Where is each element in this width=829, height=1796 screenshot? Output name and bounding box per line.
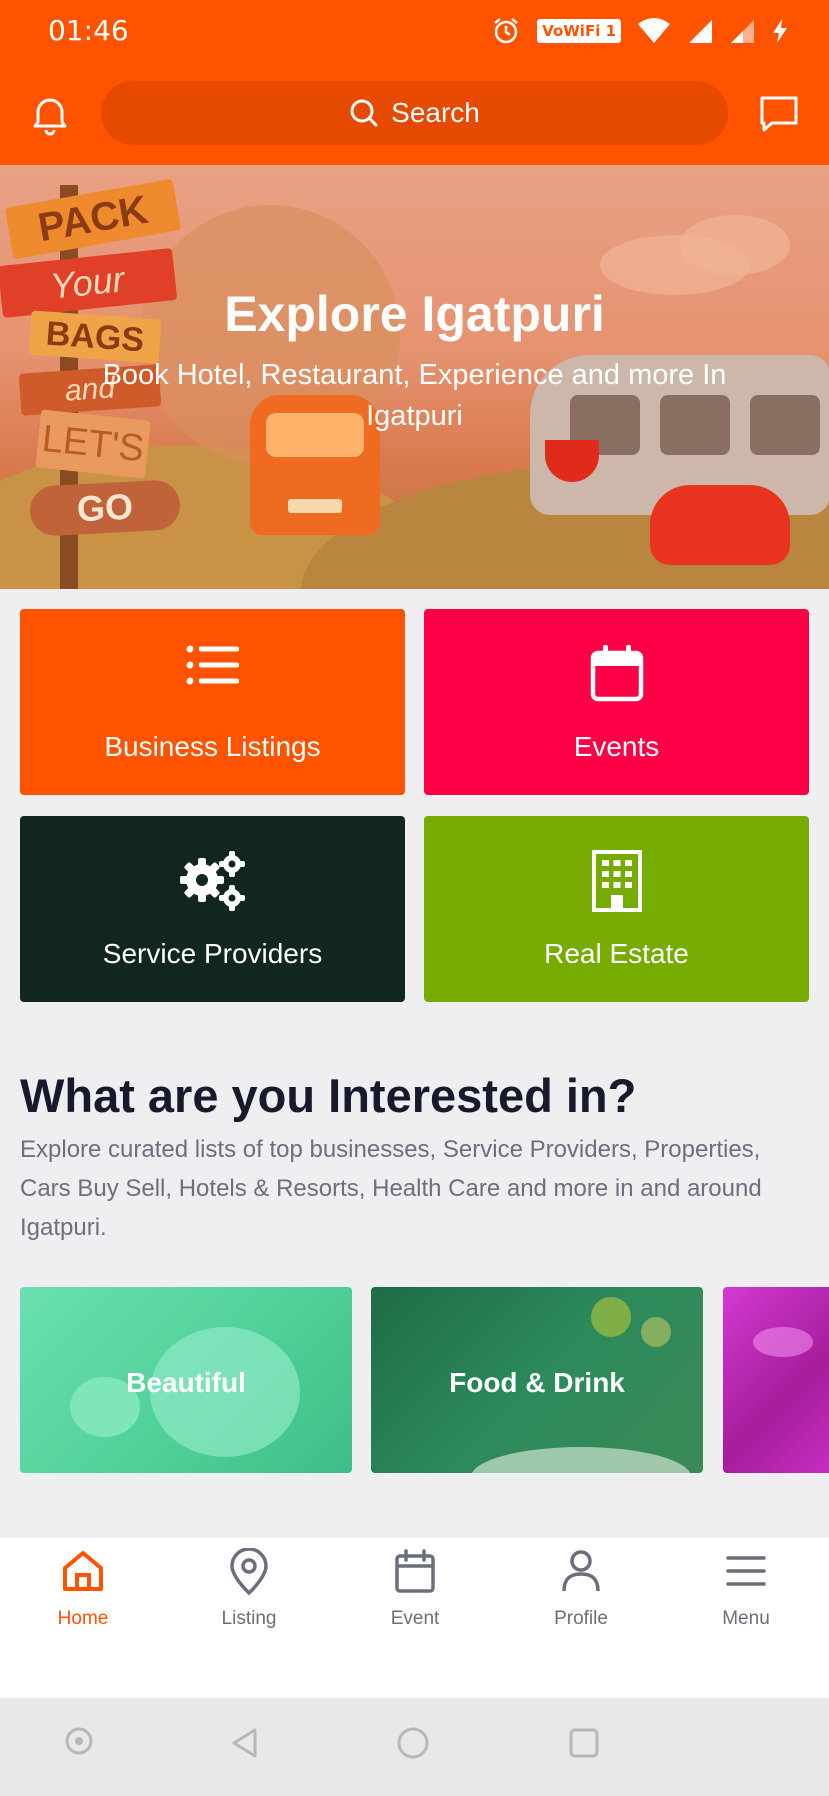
nav-label: Profile — [554, 1608, 608, 1629]
nav-menu[interactable]: Menu — [663, 1538, 829, 1698]
top-bar: 01:46 VoWiFi 1 Search — [0, 0, 829, 165]
recents-icon[interactable] — [567, 1726, 601, 1760]
vowifi-badge: VoWiFi 1 — [537, 19, 621, 43]
tile-label: Events — [573, 731, 660, 762]
calendar-icon — [590, 645, 643, 702]
nav-event[interactable]: Event — [332, 1538, 498, 1698]
hero-subtitle: Book Hotel, Restaurant, Experience and m… — [102, 359, 727, 432]
home-icon — [63, 1551, 103, 1591]
nav-label: Home — [57, 1608, 109, 1629]
signal-icon — [689, 20, 712, 43]
wifi-icon — [638, 18, 670, 43]
card-label: Food & Drink — [449, 1367, 625, 1398]
card-label: Beautiful — [126, 1367, 246, 1398]
chat-icon[interactable] — [755, 90, 803, 138]
status-icons: VoWiFi 1 — [491, 16, 789, 46]
nav-home[interactable]: Home — [0, 1538, 166, 1698]
nav-label: Event — [390, 1608, 440, 1629]
nav-label: Listing — [221, 1608, 277, 1629]
user-icon — [562, 1550, 600, 1592]
card-nightlife[interactable] — [723, 1287, 829, 1473]
card-food-drink[interactable]: Food & Drink — [371, 1287, 703, 1473]
gears-icon — [179, 851, 245, 911]
tile-business-listings[interactable]: Business Listings — [20, 609, 405, 795]
system-nav-bar — [0, 1698, 829, 1796]
tile-service-providers[interactable]: Service Providers — [20, 816, 405, 1002]
search-bar[interactable]: Search — [101, 81, 728, 145]
charging-icon — [773, 19, 787, 43]
search-placeholder: Search — [391, 97, 480, 128]
notification-bell-icon[interactable] — [26, 90, 74, 138]
section-description: Explore curated lists of top businesses,… — [20, 1136, 762, 1241]
nav-label: Menu — [722, 1608, 770, 1629]
tile-label: Real Estate — [544, 938, 689, 969]
tile-label: Service Providers — [102, 938, 323, 969]
building-icon — [591, 850, 642, 912]
search-icon — [350, 99, 378, 127]
signal-weak-icon — [731, 20, 754, 43]
list-icon — [186, 645, 239, 685]
tile-real-estate[interactable]: Real Estate — [424, 816, 809, 1002]
back-icon[interactable] — [228, 1726, 262, 1760]
tile-label: Business Listings — [104, 731, 321, 762]
tile-events[interactable]: Events — [424, 609, 809, 795]
home-button-icon[interactable] — [396, 1726, 430, 1760]
scooter-illustration — [650, 485, 790, 565]
status-time: 01:46 — [48, 14, 129, 47]
map-pin-icon — [230, 1548, 268, 1596]
alarm-icon — [494, 18, 518, 44]
menu-icon — [726, 1556, 766, 1586]
calendar-icon — [395, 1549, 435, 1593]
card-beautiful[interactable]: Beautiful — [20, 1287, 352, 1473]
sign-word: GO — [28, 479, 182, 537]
assistant-icon[interactable] — [64, 1726, 94, 1756]
section-title: What are you Interested in? — [20, 1069, 637, 1122]
sign-word: PACK — [4, 178, 182, 260]
hero-banner: PACK Your BAGS and LET'S GO Explore Igat… — [0, 165, 829, 589]
bottom-nav: Home Listing Event Profile Menu — [0, 1538, 829, 1698]
nav-profile[interactable]: Profile — [498, 1538, 664, 1698]
hero-title: Explore Igatpuri — [224, 286, 605, 342]
nav-listing[interactable]: Listing — [166, 1538, 332, 1698]
